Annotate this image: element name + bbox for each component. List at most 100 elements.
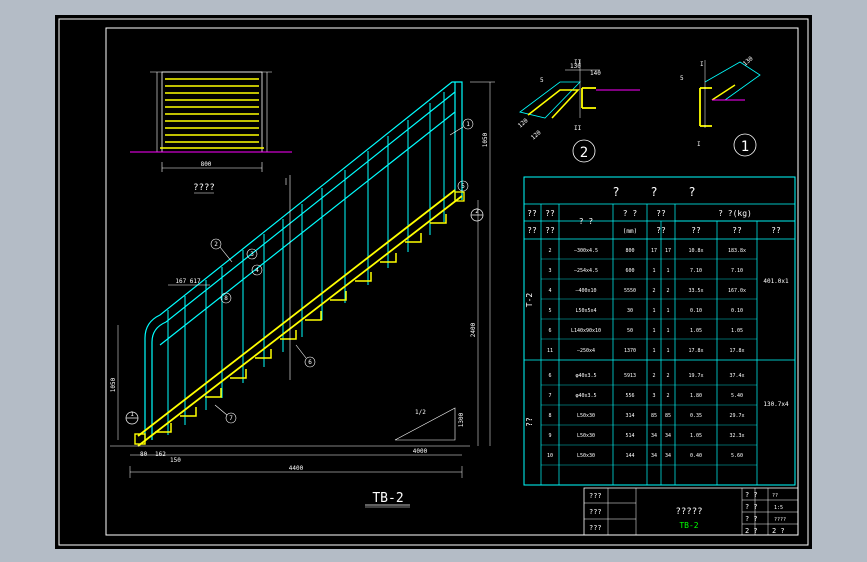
- table-cell: —300x4.5: [574, 248, 598, 254]
- table-cell: 1: [666, 328, 669, 334]
- tb-right-2: ? ?: [745, 515, 758, 523]
- tb-val-0: ??: [772, 493, 778, 499]
- table-cell: —254x4.5: [574, 268, 598, 274]
- table-cell: 5550: [624, 288, 636, 294]
- callout-4: 4: [255, 267, 259, 274]
- drawing-title: TB-2: [372, 491, 403, 506]
- table-title-1: ?: [650, 185, 657, 199]
- callout-3: 3: [250, 251, 254, 258]
- table-cell: 2: [652, 288, 655, 294]
- tb-center-title: ?????: [675, 507, 702, 517]
- table-cell: L50x30: [577, 453, 595, 459]
- section-mark-upper: 2: [475, 208, 479, 215]
- table-cell: 144: [625, 453, 634, 459]
- callout-8: 8: [224, 295, 228, 302]
- cad-viewport[interactable]: 800 ???? 1/2 4400 4000 2400 1050 1050 13…: [0, 0, 867, 562]
- table-cell: 6: [548, 373, 551, 379]
- sh-4: ??: [656, 226, 666, 235]
- table-cell: φ40x3.5: [575, 393, 596, 399]
- table-cell: 2: [666, 393, 669, 399]
- table-title-0: ?: [612, 185, 619, 199]
- table-cell: 556: [625, 393, 634, 399]
- table-cell: 3: [548, 268, 551, 274]
- plan-dim: 800: [201, 161, 212, 168]
- table-cell: 11: [547, 348, 553, 354]
- table-cell: 1: [666, 268, 669, 274]
- left-dim: 167 617: [175, 278, 201, 285]
- table-cell: 167.0x: [728, 288, 746, 294]
- slope-label: 1/2: [415, 409, 426, 416]
- table-cell: L50x5x4: [575, 308, 596, 314]
- drawing-sheet: [55, 15, 812, 549]
- table-cell: 30: [627, 308, 633, 314]
- table-cell: 29.7x: [729, 413, 744, 419]
- th-4: ??: [656, 209, 666, 218]
- callout-6: 6: [308, 359, 312, 366]
- group1-label: T-2: [525, 293, 534, 308]
- table-cell: 17: [651, 248, 657, 254]
- th-0: ??: [527, 209, 537, 218]
- table-cell: 0.35: [690, 413, 702, 419]
- table-cell: 34: [665, 433, 671, 439]
- tb-val-2: ????: [774, 517, 786, 523]
- height-dim: 2400: [470, 322, 477, 337]
- detail-1-section: I: [700, 61, 704, 68]
- table-cell: 0.40: [690, 453, 702, 459]
- table-cell: 8: [548, 413, 551, 419]
- section-mark-lower: 1: [130, 411, 134, 418]
- tb-right-1: ? ?: [745, 503, 758, 511]
- table-cell: 0.10: [690, 308, 702, 314]
- table-cell: 17.8x: [688, 348, 703, 354]
- table-cell: 1: [652, 268, 655, 274]
- callout-2: 2: [214, 241, 218, 248]
- tb-drawing-no: TB-2: [679, 521, 698, 530]
- detail-2-dim-1: 140: [590, 70, 601, 77]
- rail-height-dim-upper: 1050: [482, 132, 489, 147]
- table-cell: —250x4: [577, 348, 595, 354]
- tb-left-1: ???: [589, 508, 602, 516]
- table-cell: 17: [665, 248, 671, 254]
- table-cell: 314: [625, 413, 634, 419]
- table-cell: 1: [652, 328, 655, 334]
- rail-height-dim-lower: 1050: [110, 377, 117, 392]
- table-cell: φ40x3.5: [575, 373, 596, 379]
- table-cell: 0.10: [731, 308, 743, 314]
- table-cell: 1370: [624, 348, 636, 354]
- table-cell: 5: [548, 308, 551, 314]
- cad-canvas: 800 ???? 1/2 4400 4000 2400 1050 1050 13…: [55, 15, 812, 549]
- tb-val-3: 2 ?: [772, 527, 785, 535]
- table-cell: 17.8x: [729, 348, 744, 354]
- table-cell: 7.10: [690, 268, 702, 274]
- th-3: ? ?: [623, 209, 638, 218]
- table-cell: 34: [665, 453, 671, 459]
- table-cell: 1: [666, 348, 669, 354]
- table-cell: —400x10: [575, 288, 596, 294]
- table-cell: L50x30: [577, 433, 595, 439]
- table-cell: 5.40: [731, 393, 743, 399]
- group2-total: 130.7x4: [763, 401, 789, 408]
- detail-2-number: 2: [580, 145, 588, 161]
- detail-1-number: 1: [741, 139, 749, 155]
- sh-1: ??: [545, 226, 555, 235]
- detail-2-dim-4: 5: [540, 77, 544, 84]
- total-length-dim: 4400: [289, 465, 304, 472]
- table-cell: 600: [625, 268, 634, 274]
- table-cell: 183.8x: [728, 248, 746, 254]
- tb-left-2: ???: [589, 524, 602, 532]
- table-cell: 5.60: [731, 453, 743, 459]
- table-cell: 37.4x: [729, 373, 744, 379]
- table-cell: 3: [652, 393, 655, 399]
- detail-2-section: II: [574, 59, 582, 66]
- dim-bottom-2: 150: [170, 457, 181, 464]
- table-cell: 1: [652, 348, 655, 354]
- table-cell: 34: [651, 453, 657, 459]
- table-cell: 2: [652, 373, 655, 379]
- table-cell: 34: [651, 433, 657, 439]
- tb-right-0: ? ?: [745, 491, 758, 499]
- sh-5: ??: [691, 226, 701, 235]
- sh-7: ??: [771, 226, 781, 235]
- table-cell: 1.05: [731, 328, 743, 334]
- tb-left-0: ???: [589, 492, 602, 500]
- detail-2-section-b: II: [574, 125, 582, 132]
- table-cell: 1.05: [690, 328, 702, 334]
